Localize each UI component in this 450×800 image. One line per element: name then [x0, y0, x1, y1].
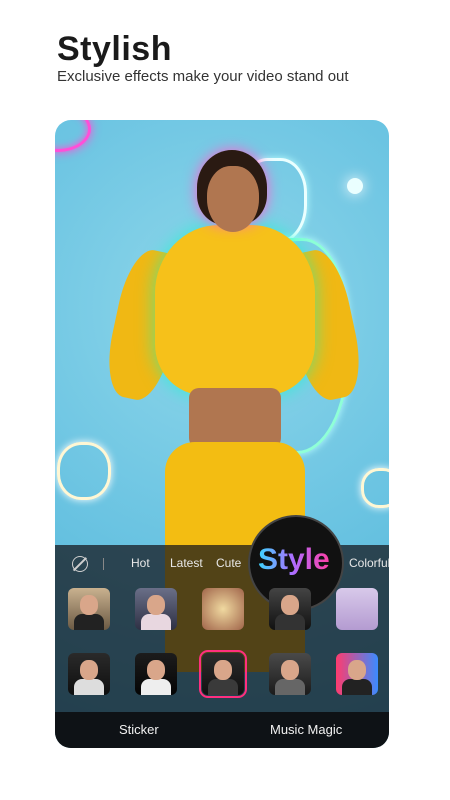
- thumb-figure: [141, 614, 171, 630]
- yellow-hoodie: [155, 225, 315, 395]
- sticker-button[interactable]: Sticker: [119, 722, 159, 737]
- tab-latest[interactable]: Latest: [170, 556, 203, 570]
- video-preview[interactable]: Hot Latest Cute Colorful Style Sticker M…: [55, 120, 389, 748]
- effect-thumb[interactable]: [202, 588, 244, 630]
- effect-thumb[interactable]: [269, 588, 311, 630]
- neon-skull-decoration: [57, 442, 111, 500]
- effect-thumb[interactable]: [336, 653, 378, 695]
- thumb-face: [214, 660, 232, 680]
- effect-thumb[interactable]: [68, 653, 110, 695]
- midriff: [189, 388, 281, 448]
- thumb-face: [80, 660, 98, 680]
- thumb-figure: [74, 614, 104, 630]
- thumb-face: [281, 660, 299, 680]
- tab-divider: [103, 558, 104, 570]
- tab-colorful[interactable]: Colorful: [349, 556, 389, 570]
- style-badge-text: Style: [258, 543, 330, 576]
- thumb-figure: [342, 679, 372, 695]
- effect-thumb[interactable]: [135, 653, 177, 695]
- thumb-face: [281, 595, 299, 615]
- tab-cute[interactable]: Cute: [216, 556, 241, 570]
- effects-panel: Hot Latest Cute Colorful Style Sticker M…: [55, 515, 389, 748]
- effect-thumb[interactable]: [269, 653, 311, 695]
- no-effect-icon[interactable]: [72, 556, 88, 572]
- effect-thumb[interactable]: [336, 588, 378, 630]
- thumb-face: [348, 660, 366, 680]
- thumb-figure: [208, 679, 238, 695]
- tab-hot[interactable]: Hot: [131, 556, 150, 570]
- glowing-orb: [347, 178, 363, 194]
- effects-tab-bar: Hot Latest Cute Colorful Style: [55, 515, 389, 611]
- effect-thumb[interactable]: [68, 588, 110, 630]
- effect-thumb-selected[interactable]: [199, 650, 247, 698]
- thumb-face: [80, 595, 98, 615]
- neon-ring-decoration: [55, 120, 91, 152]
- page-heading: Stylish: [57, 30, 172, 68]
- bottom-toolbar: Sticker Music Magic: [55, 712, 389, 748]
- thumb-face: [147, 660, 165, 680]
- face: [207, 166, 259, 232]
- thumb-face: [147, 595, 165, 615]
- neon-button-decoration: [361, 468, 389, 508]
- thumb-figure: [141, 679, 171, 695]
- thumb-figure: [74, 679, 104, 695]
- music-magic-button[interactable]: Music Magic: [270, 722, 342, 737]
- page-subheading: Exclusive effects make your video stand …: [57, 68, 349, 85]
- thumb-figure: [275, 679, 305, 695]
- thumb-figure: [275, 614, 305, 630]
- effect-thumb[interactable]: [135, 588, 177, 630]
